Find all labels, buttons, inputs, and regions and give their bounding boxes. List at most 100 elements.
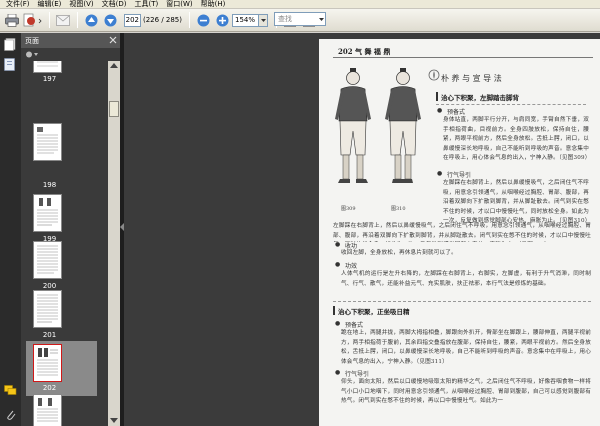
- printer-icon: [5, 13, 19, 27]
- menu-edit[interactable]: 编辑(E): [34, 0, 66, 9]
- subhead-bullet: ●: [335, 241, 341, 248]
- menu-file[interactable]: 文件(F): [2, 0, 34, 9]
- subhead-bullet: ●: [335, 320, 341, 327]
- page-preview: [37, 348, 58, 376]
- document-page: 202 气 舞 福 鼎 朴 养 与 宣 导 法 图309 图310 洽心下积聚，…: [319, 39, 600, 426]
- thumbnail-label: 197: [42, 75, 57, 83]
- thumbnail-label: 198: [42, 181, 57, 189]
- paragraph: 左脚踩在右脚背上，然后以鼻缓慢吸气，之后闭住气不呼吸，用意念引领通气，从咽喉经过…: [443, 180, 589, 225]
- thumbnail-label: 200: [42, 282, 57, 290]
- panel-scrollbar[interactable]: [108, 61, 120, 426]
- scroll-down-icon[interactable]: [110, 418, 118, 423]
- thumbnail-page[interactable]: [33, 61, 62, 73]
- scrollbar-thumb[interactable]: [109, 101, 119, 117]
- thumbnail-page[interactable]: [33, 241, 62, 279]
- page-preview: [37, 294, 58, 323]
- thumbnail-page[interactable]: [33, 290, 62, 328]
- previous-page-button[interactable]: [82, 11, 100, 29]
- dashed-rule: [436, 104, 586, 105]
- lotus-icon: [428, 69, 440, 81]
- options-icon: [26, 51, 38, 58]
- header-rule: [333, 57, 593, 58]
- chevron-down-icon: [260, 18, 266, 22]
- toolbar-separator: [49, 12, 50, 28]
- paragraph: 收回左脚，全身放松，再休息片刻就可以了。: [341, 250, 457, 256]
- page-preview: [37, 245, 58, 274]
- figure-310: [379, 63, 427, 203]
- subhead-bullet: ●: [335, 261, 341, 268]
- pages-icon[interactable]: [4, 38, 16, 51]
- zoom-out-icon: [197, 14, 209, 26]
- zoom-in-button[interactable]: [213, 11, 231, 29]
- subhead-label: 行气导引: [447, 172, 472, 179]
- panel-title: 页面: [25, 36, 39, 45]
- subhead-bullet: ●: [437, 170, 443, 177]
- menu-document[interactable]: 文档(D): [98, 0, 131, 9]
- bookmarks-icon[interactable]: [4, 58, 16, 71]
- page-preview: [37, 127, 58, 154]
- page-preview: [37, 198, 58, 226]
- toolbar-separator: [77, 12, 78, 28]
- envelope-icon: [56, 14, 70, 26]
- paragraph: 人体气机的运行是左升右降的，左脚踩在右脚背上，右脚实，左脚虚，有利于升气消滞，同…: [341, 271, 591, 287]
- paragraph: 仰头，面向太阳，然后以口缓慢地吸取太阳的精华之气，之后闭住气不呼吸，好像吞咽食物…: [341, 379, 591, 405]
- thumbnail-page[interactable]: [33, 123, 62, 161]
- running-head: 202 气 舞 福 鼎: [338, 47, 391, 56]
- share-icon: [23, 13, 42, 27]
- paragraph: 身体站直，两脚平行分开，与肩同宽，手臂自然下垂，双手相指荷曲，目视前方。全身四肢…: [443, 117, 589, 162]
- thumbnail-page[interactable]: [33, 394, 62, 426]
- arrow-up-icon: [85, 14, 97, 26]
- section-marker: [333, 306, 335, 315]
- zoom-dropdown[interactable]: [259, 13, 268, 27]
- section-title: 洽心下积聚，左脚踏击脚背: [441, 94, 519, 102]
- menu-view[interactable]: 视图(V): [65, 0, 97, 9]
- thumbnail-list: 197 198 199 200 201 202 203: [21, 61, 108, 426]
- email-button[interactable]: [54, 11, 72, 29]
- paragraph-continued: 左脚踩在右脚背上，然后以鼻缓慢吸气，之后闭住气不呼吸，用意念引领通气，从咽喉经过…: [333, 223, 591, 239]
- subhead-label: 行气导引: [345, 371, 370, 378]
- page-number-input[interactable]: 202: [124, 13, 141, 27]
- subhead-label: 功效: [345, 263, 358, 270]
- standing-figure-image: [385, 68, 421, 183]
- dashed-rule: [333, 301, 591, 302]
- toolbar: 202 (226 / 285) 154% 查找: [0, 9, 600, 32]
- scroll-up-icon[interactable]: [110, 63, 118, 68]
- close-icon[interactable]: [109, 36, 117, 44]
- zoom-input[interactable]: 154%: [232, 13, 259, 27]
- page-preview: [37, 398, 58, 422]
- chapter-banner: 朴 养 与 宣 导 法: [441, 74, 502, 83]
- standing-figure-image: [335, 68, 371, 183]
- subhead-bullet: ●: [437, 107, 443, 114]
- menu-help[interactable]: 帮助(H): [197, 0, 230, 9]
- collaborate-button[interactable]: [22, 11, 44, 29]
- thumbnail-page-current[interactable]: [33, 344, 62, 382]
- panel-options[interactable]: [21, 48, 120, 61]
- paragraph: 跪在地上，两腿并拢，两脚大拇指相叠，脚跟向外扒开，臀部坐在脚跟上，腰部伸直，两腿…: [341, 330, 591, 365]
- zoom-in-icon: [216, 14, 228, 26]
- subhead-bullet: ●: [335, 369, 341, 376]
- thumbnail-label: 202: [42, 384, 57, 392]
- pages-panel: 页面 197 198 199 200 201 202: [21, 33, 120, 426]
- thumbnail-label: 201: [42, 331, 57, 339]
- comments-icon[interactable]: [4, 385, 17, 396]
- document-viewer: 202 气 舞 福 鼎 朴 养 与 宣 导 法 图309 图310 洽心下积聚，…: [124, 33, 600, 426]
- zoom-out-button[interactable]: [194, 11, 212, 29]
- print-button[interactable]: [3, 11, 21, 29]
- section-marker: [436, 92, 438, 101]
- subhead-label: 预备式: [345, 322, 364, 329]
- page-preview: [37, 61, 58, 67]
- menu-window[interactable]: 窗口(W): [162, 0, 196, 9]
- arrow-down-icon: [104, 14, 116, 26]
- figure-caption: 图310: [391, 206, 406, 212]
- toolbar-separator: [189, 12, 190, 28]
- attachment-icon[interactable]: [5, 408, 16, 421]
- menu-tools[interactable]: 工具(T): [131, 0, 163, 9]
- navigation-strip: [0, 33, 21, 426]
- chevron-down-icon[interactable]: [319, 14, 324, 24]
- next-page-button[interactable]: [101, 11, 119, 29]
- thumbnail-page[interactable]: [33, 194, 62, 232]
- page-count: (226 / 285): [143, 16, 182, 24]
- subhead-label: 预备式: [447, 109, 466, 116]
- figure-309: [329, 63, 377, 203]
- figure-caption: 图309: [341, 206, 356, 212]
